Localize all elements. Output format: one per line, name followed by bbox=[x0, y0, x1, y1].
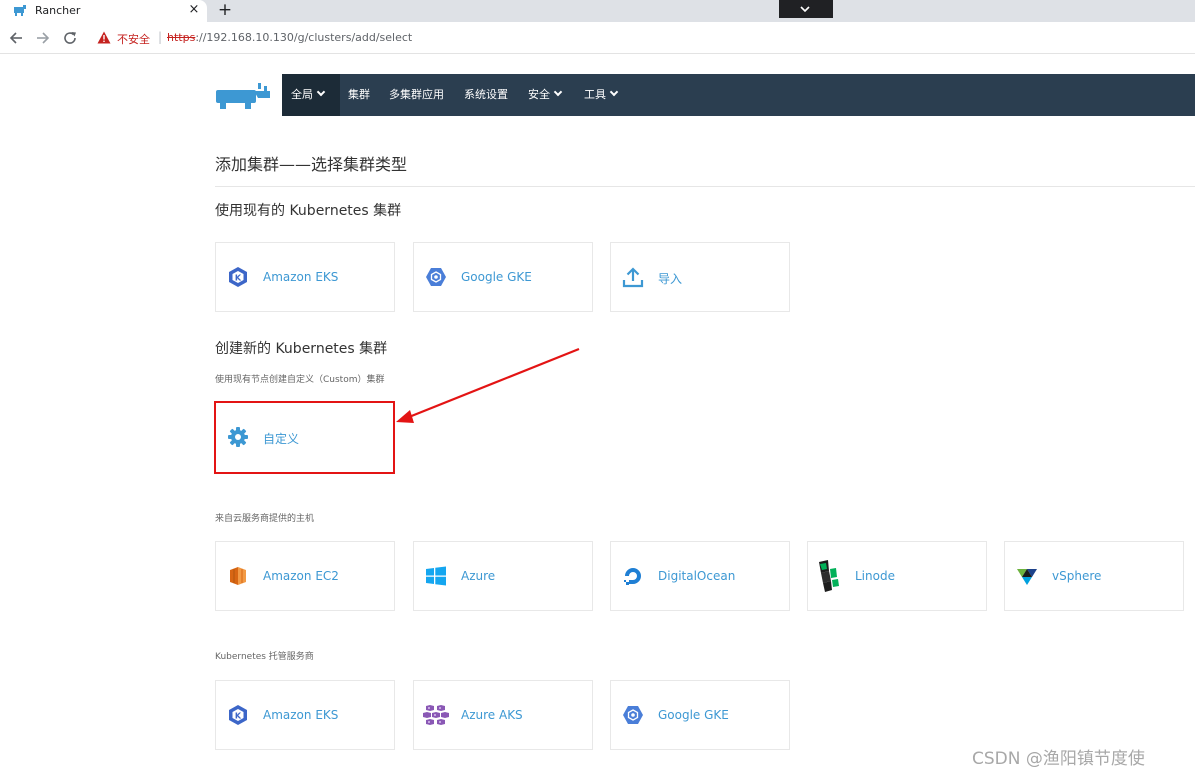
card-azure[interactable]: Azure bbox=[413, 541, 593, 611]
nav-item-system-settings[interactable]: 系统设置 bbox=[464, 74, 508, 116]
card-label: DigitalOcean bbox=[658, 569, 736, 583]
card-azure-aks[interactable]: Azure AKS bbox=[413, 680, 593, 750]
rancher-favicon-icon bbox=[14, 5, 26, 16]
security-warning-label[interactable]: 不安全 bbox=[117, 31, 150, 47]
azure-aks-icon bbox=[423, 705, 449, 725]
url-protocol: https bbox=[167, 31, 196, 44]
svg-text:K: K bbox=[235, 712, 242, 721]
card-label: 导入 bbox=[658, 272, 683, 286]
rancher-logo-icon[interactable] bbox=[214, 82, 272, 110]
nav-item-label: 集群 bbox=[348, 88, 370, 101]
section-sub-hosted: Kubernetes 托管服务商 bbox=[215, 652, 314, 662]
chevron-down-icon bbox=[800, 6, 810, 13]
nav-item-label: 工具 bbox=[584, 88, 606, 101]
section-heading-create: 创建新的 Kubernetes 集群 bbox=[215, 341, 388, 357]
azure-windows-icon bbox=[426, 566, 446, 586]
warning-triangle-icon bbox=[97, 31, 111, 44]
card-amazon-ec2[interactable]: Amazon EC2 bbox=[215, 541, 395, 611]
nav-item-tools[interactable]: 工具 bbox=[584, 74, 619, 116]
card-vsphere[interactable]: vSphere bbox=[1004, 541, 1184, 611]
nav-item-label: 安全 bbox=[528, 88, 550, 101]
card-import[interactable]: 导入 bbox=[610, 242, 790, 312]
tab-title: Rancher bbox=[35, 4, 81, 17]
amazon-ec2-icon bbox=[230, 567, 246, 585]
card-label: Google GKE bbox=[461, 270, 532, 284]
amazon-eks-icon: K bbox=[229, 705, 247, 725]
card-hosted-google-gke[interactable]: Google GKE bbox=[610, 680, 790, 750]
card-label: vSphere bbox=[1052, 569, 1102, 583]
url-path: ://192.168.10.130/g/clusters/add/select bbox=[195, 31, 413, 44]
browser-tab[interactable]: Rancher × bbox=[0, 0, 207, 22]
browser-tab-bar: Rancher × + bbox=[0, 0, 1195, 22]
card-label: Amazon EKS bbox=[263, 270, 339, 284]
nav-item-clusters[interactable]: 集群 bbox=[348, 74, 370, 116]
new-tab-icon[interactable]: + bbox=[217, 0, 233, 20]
forward-arrow-icon[interactable] bbox=[35, 30, 51, 46]
nav-item-label: 系统设置 bbox=[464, 88, 508, 101]
chevron-down-icon bbox=[553, 87, 563, 97]
card-google-gke[interactable]: Google GKE bbox=[413, 242, 593, 312]
card-hosted-amazon-eks[interactable]: K Amazon EKS bbox=[215, 680, 395, 750]
card-amazon-eks[interactable]: K Amazon EKS bbox=[215, 242, 395, 312]
address-url[interactable]: https://192.168.10.130/g/clusters/add/se… bbox=[167, 31, 412, 44]
digitalocean-icon bbox=[624, 568, 641, 585]
nav-item-label: 全局 bbox=[291, 88, 313, 101]
card-label: Google GKE bbox=[658, 708, 729, 722]
chevron-down-icon bbox=[609, 87, 619, 97]
screenshot-root: Rancher × + 不安全 | https://192.168.10.130… bbox=[0, 0, 1195, 776]
svg-text:K: K bbox=[235, 274, 242, 283]
section-sub-custom: 使用现有节点创建自定义（Custom）集群 bbox=[215, 375, 385, 385]
tab-search-button[interactable] bbox=[779, 0, 833, 18]
page-title: 添加集群——选择集群类型 bbox=[215, 155, 408, 174]
card-label: Amazon EC2 bbox=[263, 569, 339, 583]
card-label: Azure AKS bbox=[461, 708, 523, 722]
annotation-arrow bbox=[396, 347, 580, 423]
title-divider bbox=[215, 186, 1195, 187]
reload-icon[interactable] bbox=[62, 30, 78, 46]
card-label: Amazon EKS bbox=[263, 708, 339, 722]
section-sub-cloud: 来自云服务商提供的主机 bbox=[215, 514, 315, 524]
amazon-eks-icon: K bbox=[229, 267, 247, 287]
card-label: Linode bbox=[855, 569, 895, 583]
card-linode[interactable]: Linode bbox=[807, 541, 987, 611]
back-arrow-icon[interactable] bbox=[8, 30, 24, 46]
csdn-watermark: CSDN @渔阳镇节度使 bbox=[972, 749, 1145, 769]
browser-address-bar: 不安全 | https://192.168.10.130/g/clusters/… bbox=[0, 22, 1195, 54]
nav-item-multi-cluster-apps[interactable]: 多集群应用 bbox=[389, 74, 444, 116]
linode-icon bbox=[819, 560, 839, 592]
google-gke-icon bbox=[426, 268, 446, 286]
top-navigation-bar: 全局 集群 多集群应用 系统设置 安全 工具 bbox=[282, 74, 1195, 116]
google-gke-icon bbox=[623, 706, 643, 724]
nav-item-global[interactable]: 全局 bbox=[282, 74, 340, 116]
card-digitalocean[interactable]: DigitalOcean bbox=[610, 541, 790, 611]
card-label: Azure bbox=[461, 569, 496, 583]
import-upload-icon bbox=[622, 267, 644, 288]
vsphere-icon bbox=[1017, 569, 1037, 585]
nav-item-label: 多集群应用 bbox=[389, 88, 444, 101]
section-heading-existing: 使用现有的 Kubernetes 集群 bbox=[215, 203, 402, 219]
annotation-highlight-box bbox=[214, 401, 395, 474]
address-separator: | bbox=[158, 30, 163, 44]
nav-item-security[interactable]: 安全 bbox=[528, 74, 563, 116]
tab-close-icon[interactable]: × bbox=[187, 2, 201, 17]
chevron-down-icon bbox=[316, 87, 326, 97]
